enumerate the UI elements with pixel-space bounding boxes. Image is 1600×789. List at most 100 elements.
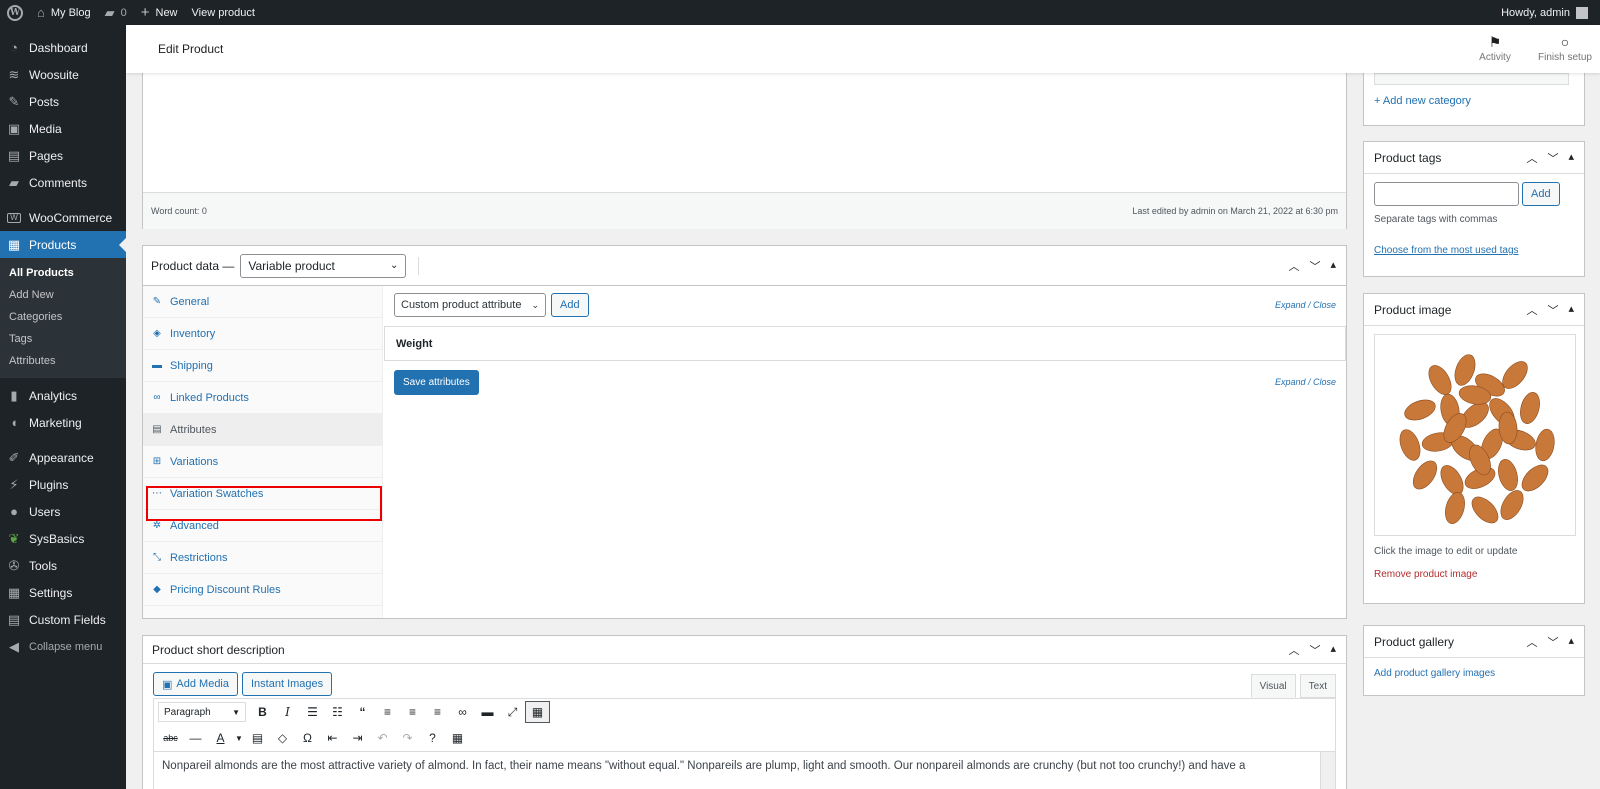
blockquote-icon[interactable]: “ [350,701,375,723]
numbered-list-icon[interactable]: ☷ [325,701,350,723]
add-media-button[interactable]: ▣ Add Media [153,672,238,696]
move-up-icon[interactable]: ︿ [1526,634,1537,650]
italic-icon[interactable]: I [275,701,300,723]
scrollbar[interactable] [1320,752,1335,789]
menu-plugins[interactable]: ⚡ Plugins [0,471,126,498]
add-tag-button[interactable]: Add [1522,182,1560,206]
menu-woocommerce[interactable]: W WooCommerce [0,204,126,231]
toggle-panel-icon[interactable]: ▴ [1330,258,1336,274]
move-down-icon[interactable]: ﹀ [1547,302,1558,318]
move-up-icon[interactable]: ︿ [1288,258,1299,274]
submenu-categories[interactable]: Categories [0,306,126,328]
menu-marketing[interactable]: ◖ Marketing [0,409,126,436]
menu-appearance[interactable]: ✐ Appearance [0,444,126,471]
strikethrough-icon[interactable]: abc [158,727,183,749]
instant-images-button[interactable]: Instant Images [242,672,333,696]
align-right-icon[interactable]: ≡ [425,701,450,723]
tab-restrictions[interactable]: ⤡ Restrictions [143,542,382,574]
menu-analytics[interactable]: ▮ Analytics [0,382,126,409]
table-icon[interactable]: ▦ [445,727,470,749]
category-select[interactable] [1374,73,1569,85]
product-image[interactable] [1374,334,1576,536]
my-account[interactable]: Howdy, admin [1501,6,1600,19]
activity-button[interactable]: ⚑ Activity [1460,25,1530,73]
attribute-type-select[interactable]: Custom product attribute ⌄ [394,293,546,317]
bold-icon[interactable]: B [250,701,275,723]
add-gallery-link[interactable]: Add product gallery images [1364,658,1584,679]
clear-formatting-icon[interactable]: ◇ [270,727,295,749]
move-up-icon[interactable]: ︿ [1288,642,1299,658]
choose-tags-link[interactable]: Choose from the most used tags [1364,225,1584,256]
text-color-icon[interactable]: A [208,727,233,749]
tab-text[interactable]: Text [1299,674,1336,698]
toggle-panel-icon[interactable]: ▴ [1568,634,1574,650]
new-content-link[interactable]: + New [134,0,185,25]
product-type-select[interactable]: Variable product ⌄ [240,253,407,278]
menu-dashboard[interactable]: ◔ Dashboard [0,34,126,61]
tab-general[interactable]: ✎ General [143,286,382,318]
move-down-icon[interactable]: ﹀ [1309,258,1320,274]
tab-inventory[interactable]: ◈ Inventory [143,318,382,350]
tab-visual[interactable]: Visual [1250,674,1296,698]
move-down-icon[interactable]: ﹀ [1547,150,1558,166]
move-down-icon[interactable]: ﹀ [1547,634,1558,650]
toggle-panel-icon[interactable]: ▴ [1568,302,1574,318]
add-attribute-button[interactable]: Add [551,293,589,317]
format-select[interactable]: Paragraph ▼ [158,702,246,722]
tab-linked-products[interactable]: ∞ Linked Products [143,382,382,414]
align-left-icon[interactable]: ≡ [375,701,400,723]
horizontal-line-icon[interactable]: — [183,727,208,749]
paste-text-icon[interactable]: ▤ [245,727,270,749]
menu-settings[interactable]: ▦ Settings [0,579,126,606]
tab-shipping[interactable]: ▬ Shipping [143,350,382,382]
move-down-icon[interactable]: ﹀ [1309,642,1320,658]
fullscreen-icon[interactable]: ⤢ [500,701,525,723]
menu-comments[interactable]: ▰ Comments [0,169,126,196]
wp-logo-menu[interactable]: W [0,0,30,25]
expand-close-link[interactable]: Expand / Close [1275,300,1336,310]
menu-users[interactable]: ● Users [0,498,126,525]
tag-input[interactable] [1374,182,1519,206]
tab-attributes[interactable]: ▤ Attributes [143,414,382,446]
submenu-attributes[interactable]: Attributes [0,350,126,372]
link-icon[interactable]: ∞ [450,701,475,723]
chevron-down-icon[interactable]: ▼ [233,727,245,749]
menu-media[interactable]: ▣ Media [0,115,126,142]
special-character-icon[interactable]: Ω [295,727,320,749]
short-description-content[interactable]: Nonpareil almonds are the most attractiv… [153,752,1336,789]
add-category-link[interactable]: + Add new category [1374,95,1471,107]
remove-image-link[interactable]: Remove product image [1364,557,1584,580]
indent-icon[interactable]: ⇥ [345,727,370,749]
align-center-icon[interactable]: ≡ [400,701,425,723]
menu-products[interactable]: ▦ Products [0,231,126,258]
expand-close-link-bottom[interactable]: Expand / Close [1275,377,1336,387]
toggle-panel-icon[interactable]: ▴ [1568,150,1574,166]
undo-icon[interactable]: ↶ [370,727,395,749]
toolbar-toggle-icon[interactable]: ▦ [525,701,550,723]
collapse-menu-button[interactable]: ◀ Collapse menu [0,633,126,660]
help-icon[interactable]: ? [420,727,445,749]
menu-sysbasics[interactable]: ❦ SysBasics [0,525,126,552]
bullet-list-icon[interactable]: ☰ [300,701,325,723]
read-more-icon[interactable]: ▬ [475,701,500,723]
editor-content-area[interactable] [143,73,1346,193]
menu-woosuite[interactable]: ≋ Woosuite [0,61,126,88]
toggle-panel-icon[interactable]: ▴ [1330,642,1336,658]
tab-variations[interactable]: ⊞ Variations [143,446,382,478]
finish-setup-button[interactable]: ○ Finish setup [1530,25,1600,73]
comments-link[interactable]: ▰ 0 [98,0,134,25]
redo-icon[interactable]: ↷ [395,727,420,749]
menu-custom-fields[interactable]: ▤ Custom Fields [0,606,126,633]
save-attributes-button[interactable]: Save attributes [394,369,479,395]
submenu-all-products[interactable]: All Products [0,262,126,284]
tab-pricing-discount-rules[interactable]: ◆ Pricing Discount Rules [143,574,382,606]
move-up-icon[interactable]: ︿ [1526,150,1537,166]
move-up-icon[interactable]: ︿ [1526,302,1537,318]
submenu-tags[interactable]: Tags [0,328,126,350]
submenu-add-new[interactable]: Add New [0,284,126,306]
menu-pages[interactable]: ▤ Pages [0,142,126,169]
site-name-link[interactable]: ⌂ My Blog [30,0,98,25]
attribute-weight-row[interactable]: Weight [384,326,1346,361]
view-product-link[interactable]: View product [185,0,262,25]
outdent-icon[interactable]: ⇤ [320,727,345,749]
